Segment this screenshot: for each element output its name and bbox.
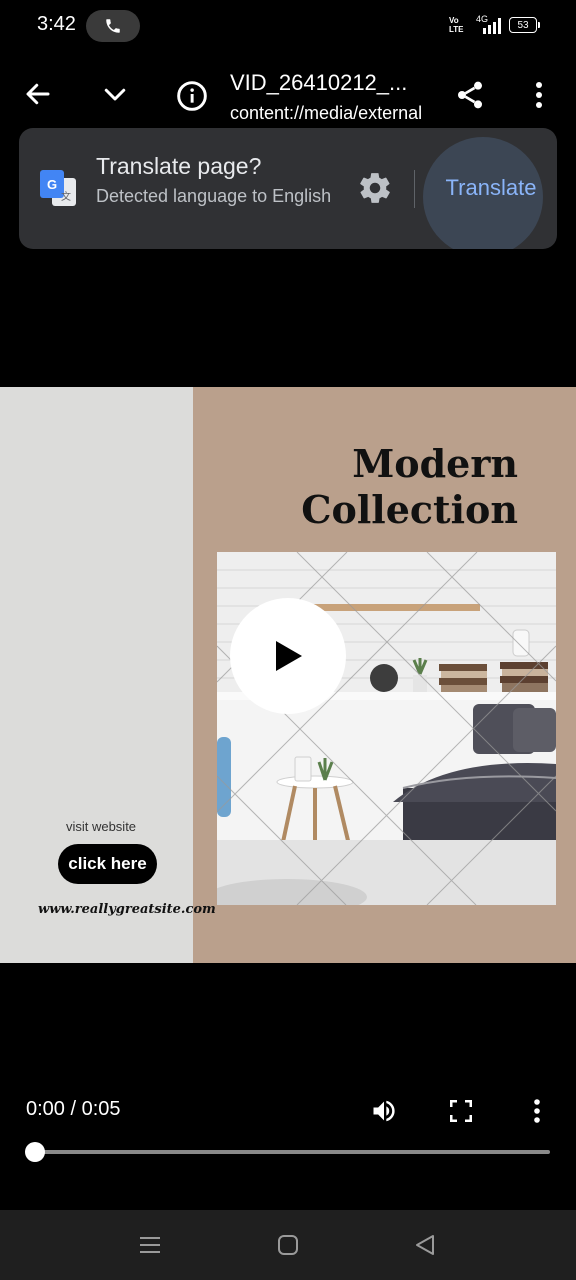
video-heading-line2: Collection [301,487,518,532]
site-url-text: www.reallygreatsite.com [38,902,216,917]
page-info-button[interactable] [172,76,212,116]
recents-button[interactable] [130,1230,170,1260]
svg-text:文: 文 [61,190,71,203]
seek-bar[interactable] [35,1150,550,1154]
home-square-icon [278,1235,298,1255]
battery-level: 53 [517,19,529,31]
page-url: content://media/external [230,103,423,123]
translate-prompt: G 文 Translate page? Detected language to… [19,128,557,249]
player-more-button[interactable] [527,1094,547,1128]
more-vert-icon [534,1099,540,1123]
share-icon [458,81,482,109]
divider [414,170,415,208]
play-button[interactable] [230,598,346,714]
volume-button[interactable] [366,1094,402,1128]
more-options-button[interactable] [519,75,559,115]
ongoing-call-chip[interactable] [86,10,140,42]
info-icon [177,81,207,111]
status-bar: 3:42 Vo LTE 4G 53 [0,0,576,52]
translate-title: Translate page? [96,153,262,179]
play-icon [276,641,302,671]
video-heading: Modern Collection [301,441,518,533]
fullscreen-icon [450,1100,472,1122]
more-vert-icon [536,82,542,108]
click-here-badge: click here [58,844,157,884]
menu-lines-icon [140,1237,160,1253]
fullscreen-button[interactable] [444,1094,478,1128]
status-time: 3:42 [37,13,76,35]
video-heading-line1: Modern [352,441,518,486]
translate-subtitle: Detected language to English [96,186,332,206]
page-title: VID_26410212_... [230,70,408,95]
chevron-down-icon [104,88,126,101]
share-button[interactable] [450,75,490,115]
playback-time: 0:00 / 0:05 [26,1098,121,1120]
back-triangle-icon [416,1235,434,1255]
gear-icon [360,173,390,203]
visit-website-text: visit website [65,819,137,834]
back-nav-button[interactable] [405,1230,445,1260]
translate-settings-button[interactable] [357,170,393,206]
video-frame[interactable]: Modern Collection visit website click he… [0,387,576,963]
volte-indicator: Vo LTE [449,16,464,34]
system-nav-bar [0,1210,576,1280]
collapse-button[interactable] [95,74,135,114]
phone-icon [106,19,120,33]
signal-icon [483,18,501,34]
back-button[interactable] [18,74,58,114]
battery-icon: 53 [509,17,540,33]
browser-toolbar: VID_26410212_... content://media/externa… [0,60,576,130]
home-button[interactable] [268,1230,308,1260]
google-translate-icon: G 文 [40,170,76,206]
seek-thumb[interactable] [25,1142,45,1162]
back-arrow-icon [26,83,50,105]
svg-text:G: G [47,177,57,192]
translate-button[interactable]: Translate [423,170,557,206]
volume-icon [373,1100,395,1122]
